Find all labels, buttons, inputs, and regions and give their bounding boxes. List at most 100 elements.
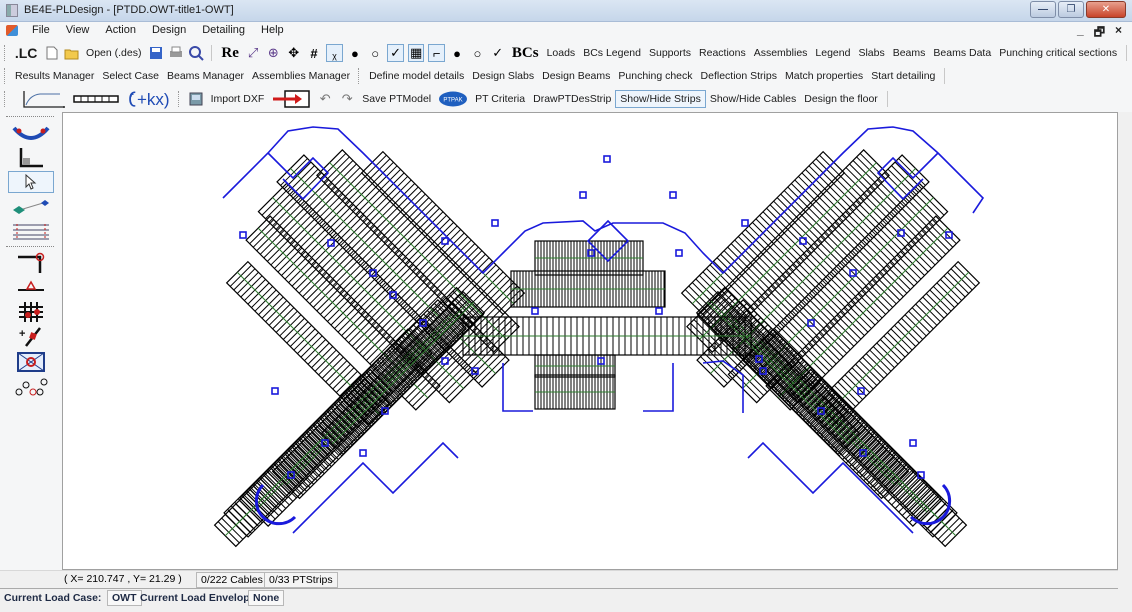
design-slabs-button[interactable]: Design Slabs	[468, 70, 538, 82]
beam-check-icon[interactable]: ✓	[387, 44, 404, 62]
save-icon[interactable]	[147, 44, 163, 62]
menu-help[interactable]: Help	[253, 24, 292, 36]
print-preview-icon[interactable]	[188, 44, 205, 62]
toolbar-grip[interactable]	[4, 45, 7, 61]
close-button[interactable]: ✕	[1086, 1, 1126, 18]
reactions-button[interactable]: Reactions	[695, 47, 750, 59]
cable-profile-icon	[12, 126, 50, 140]
axes-icon[interactable]: ᵪ	[326, 44, 343, 62]
redo-icon[interactable]: ↷	[338, 90, 356, 108]
draw-pt-des-strip-button[interactable]: DrawPTDesStrip	[529, 93, 615, 105]
main-toolbar: .LC Open (.des) Re ⤢ ⊕ ✥ # ᵪ ● ○ ✓ ▦ ⌐ ●…	[0, 40, 1132, 66]
pt-criteria-button[interactable]: PT Criteria	[471, 93, 529, 105]
assemblies-button[interactable]: Assemblies	[750, 47, 812, 59]
bcs-legend-button[interactable]: BCs Legend	[579, 47, 645, 59]
cursor-coordinates: ( X= 210.747 , Y= 21.29 )	[64, 573, 182, 585]
menu-detailing[interactable]: Detailing	[194, 24, 253, 36]
loads-button[interactable]: Loads	[543, 47, 580, 59]
deflection-strips-button[interactable]: Deflection Strips	[697, 70, 781, 82]
define-model-details-button[interactable]: Define model details	[365, 70, 468, 82]
cable-line	[285, 300, 471, 486]
minimize-button[interactable]: —	[1030, 1, 1056, 18]
toolbar-grip[interactable]	[4, 68, 7, 84]
open-des-button[interactable]: Open (.des)	[82, 47, 145, 59]
drawing-canvas[interactable]	[62, 112, 1118, 570]
cable-profile-tool[interactable]	[8, 121, 54, 143]
bcs-button[interactable]: BCs	[508, 45, 543, 62]
design-beams-button[interactable]: Design Beams	[538, 70, 614, 82]
results-manager-button[interactable]: Results Manager	[11, 70, 98, 82]
load-cases-button[interactable]: .LC	[11, 45, 42, 61]
menu-design[interactable]: Design	[144, 24, 194, 36]
open-folder-icon[interactable]	[64, 44, 80, 62]
save-ptmodel-button[interactable]: Save PTModel	[358, 93, 435, 105]
redraw-button[interactable]: Re	[217, 45, 243, 62]
cable-curve-icon[interactable]	[19, 90, 67, 108]
load-envelope-value[interactable]: None	[248, 590, 285, 606]
frame-box-icon[interactable]: ▦	[407, 44, 425, 62]
menu-view[interactable]: View	[58, 24, 98, 36]
slabs-button[interactable]: Slabs	[854, 47, 888, 59]
cables-count: 0/222 Cables	[196, 572, 268, 588]
legend-button[interactable]: Legend	[811, 47, 854, 59]
toolbar-grip[interactable]	[6, 116, 54, 118]
strip-bar-icon[interactable]	[71, 90, 121, 108]
pan-icon[interactable]: ✥	[286, 44, 302, 62]
pt-strip	[534, 374, 616, 410]
column-connect-tool[interactable]	[8, 251, 54, 273]
zoom-window-icon[interactable]: ⊕	[265, 44, 281, 62]
grid-icon[interactable]: #	[306, 44, 322, 62]
punching-critical-sections-button[interactable]: Punching critical sections	[995, 47, 1121, 59]
column-grid-tool[interactable]	[8, 301, 54, 323]
toolbar-grip[interactable]	[6, 246, 54, 248]
design-the-floor-button[interactable]: Design the floor	[800, 93, 882, 105]
add-point-line-tool[interactable]: +	[8, 326, 54, 348]
opening-tool[interactable]	[8, 351, 54, 373]
frame-corner-icon[interactable]: ⌐	[428, 44, 445, 62]
toolbar-grip[interactable]	[177, 91, 181, 107]
toolbar-grip[interactable]	[4, 91, 7, 107]
document-icon[interactable]	[6, 25, 18, 36]
nodes-tool[interactable]	[8, 376, 54, 398]
show-hide-cables-button[interactable]: Show/Hide Cables	[706, 93, 800, 105]
cable-anchor-open-icon[interactable]: ○	[367, 44, 383, 62]
restore-button[interactable]: ❐	[1058, 1, 1084, 18]
zoom-extents-icon[interactable]: ⤢	[245, 44, 261, 62]
print-icon[interactable]	[168, 44, 184, 62]
menu-file[interactable]: File	[24, 24, 58, 36]
undo-icon[interactable]: ↶	[316, 90, 334, 108]
load-case-value[interactable]: OWT	[107, 590, 142, 606]
export-arrow-icon[interactable]	[270, 90, 312, 108]
supports-button[interactable]: Supports	[645, 47, 695, 59]
match-properties-button[interactable]: Match properties	[781, 70, 867, 82]
support-l-tool[interactable]	[8, 146, 54, 168]
new-file-icon[interactable]	[43, 44, 59, 62]
cable-anchor-filled-icon[interactable]: ●	[347, 44, 363, 62]
beams-manager-button[interactable]: Beams Manager	[163, 70, 248, 82]
assemblies-manager-button[interactable]: Assemblies Manager	[248, 70, 354, 82]
support-point-tool[interactable]	[8, 276, 54, 298]
node-link-tool[interactable]	[8, 196, 54, 218]
start-detailing-button[interactable]: Start detailing	[867, 70, 939, 82]
punching-check-button[interactable]: Punching check	[614, 70, 696, 82]
show-hide-strips-button[interactable]: Show/Hide Strips	[615, 90, 706, 108]
select-case-button[interactable]: Select Case	[98, 70, 163, 82]
pt-strips-layer	[213, 149, 981, 548]
toolbar-separator	[211, 45, 213, 61]
anchor-open-plus-icon[interactable]: ○	[469, 44, 485, 62]
beams-data-button[interactable]: Beams Data	[929, 47, 995, 59]
select-pointer-tool[interactable]	[8, 171, 54, 193]
menu-action[interactable]: Action	[97, 24, 144, 36]
anchor-filled-plus-icon[interactable]: ●	[449, 44, 465, 62]
pt-strip	[534, 240, 644, 276]
beams-button[interactable]: Beams	[889, 47, 930, 59]
strip-grid-tool[interactable]	[8, 221, 54, 243]
formula-button[interactable]: (ۢ+kx)	[123, 89, 174, 110]
import-dxf-icon[interactable]	[187, 90, 205, 108]
import-dxf-button[interactable]: Import DXF	[207, 93, 269, 105]
column-marker	[655, 307, 663, 315]
ptpak-logo[interactable]: PTPAK	[437, 90, 469, 108]
floor-plan-drawing	[213, 126, 985, 548]
wrench-icon[interactable]: ✓	[490, 44, 506, 62]
toolbar-grip[interactable]	[358, 68, 361, 84]
